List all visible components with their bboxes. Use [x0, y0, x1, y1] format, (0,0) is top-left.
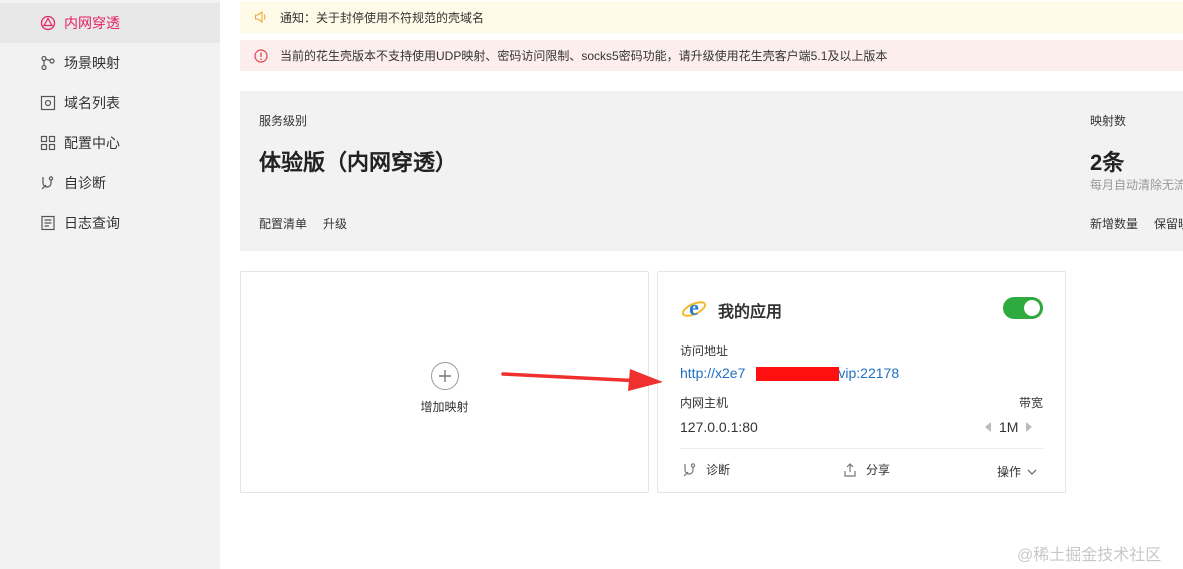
address-suffix: vip:22178 [838, 365, 900, 381]
address-prefix: http://x2e7 [680, 365, 746, 381]
sidebar: 内网穿透 场景映射 域名列表 配置中心 自诊断 日志查询 [0, 0, 220, 569]
service-panel: 服务级别 体验版（内网穿透） 配置清单 升级 映射数 2条 每月自动清除无流 新… [240, 91, 1183, 251]
warning-bar: 当前的花生壳版本不支持使用UDP映射、密码访问限制、socks5密码功能，请升级… [240, 40, 1183, 71]
watermark: @稀土掘金技术社区 [1017, 547, 1162, 564]
share-button[interactable]: 分享 [842, 461, 890, 478]
host-value: 127.0.0.1:80 [680, 419, 758, 435]
annotation-arrow [501, 369, 663, 391]
sidebar-item-config[interactable]: 配置中心 [0, 123, 220, 163]
host-label: 内网主机 [680, 396, 729, 410]
add-mapping-button[interactable] [430, 362, 459, 390]
share-label: 分享 [866, 463, 891, 477]
sidebar-item-label: 日志查询 [64, 215, 120, 231]
config-list-link[interactable]: 配置清单 [259, 215, 307, 232]
diagnose-icon [683, 462, 696, 476]
address-label: 访问地址 [680, 344, 729, 358]
bandwidth-stepper[interactable]: 1M [985, 419, 1033, 435]
sidebar-item-diagnose[interactable]: 自诊断 [0, 163, 220, 203]
add-quota-link[interactable]: 新增数量 [1090, 215, 1138, 232]
alert-circle-icon [254, 48, 268, 63]
redaction-mark [756, 367, 839, 381]
toggle-knob [1024, 300, 1040, 316]
notice-bar[interactable]: 通知：关于封停使用不符规范的壳域名 [240, 1, 1183, 33]
app-enable-toggle[interactable] [1003, 297, 1043, 319]
speaker-icon [254, 10, 268, 24]
sidebar-item-domain-list[interactable]: 域名列表 [0, 83, 220, 123]
domain-list-icon [40, 95, 56, 111]
operate-label: 操作 [997, 465, 1022, 479]
mapping-count-value: 2条 [1090, 150, 1125, 175]
bandwidth-value: 1M [999, 419, 1019, 435]
service-level-label: 服务级别 [259, 114, 308, 128]
chevron-down-icon [1027, 469, 1037, 475]
config-grid-icon [40, 135, 56, 151]
diagnose-button[interactable]: 诊断 [682, 461, 730, 478]
diagnose-label: 诊断 [706, 463, 731, 477]
sidebar-item-label: 内网穿透 [64, 15, 120, 31]
sidebar-item-label: 场景映射 [64, 55, 120, 71]
mapping-count-note: 每月自动清除无流 [1090, 178, 1183, 192]
sidebar-item-label: 自诊断 [64, 175, 106, 191]
app-mapping-card: e 我的应用 访问地址 http://x2e7 vip:22178 内网主机 12… [657, 271, 1066, 493]
plus-icon [438, 370, 451, 382]
sidebar-item-label: 域名列表 [64, 95, 120, 111]
upgrade-link[interactable]: 升级 [323, 215, 347, 232]
ie-browser-icon: e [681, 295, 707, 320]
svg-text:e: e [689, 295, 699, 320]
card-divider [680, 448, 1043, 449]
app-title: 我的应用 [718, 304, 783, 321]
bandwidth-decrease-icon[interactable] [985, 422, 991, 432]
service-level-value: 体验版（内网穿透） [259, 150, 458, 175]
operate-dropdown[interactable]: 操作 [997, 463, 1037, 480]
warning-text: 当前的花生壳版本不支持使用UDP映射、密码访问限制、socks5密码功能，请升级… [280, 49, 888, 63]
bandwidth-label: 带宽 [1019, 396, 1044, 410]
sidebar-item-log[interactable]: 日志查询 [0, 203, 220, 243]
keep-mapping-link[interactable]: 保留映 [1154, 215, 1183, 232]
diagnose-icon [40, 175, 56, 191]
bandwidth-increase-icon[interactable] [1026, 422, 1033, 432]
sidebar-item-tunnel[interactable]: 内网穿透 [0, 3, 220, 43]
tunnel-icon [40, 15, 56, 31]
sidebar-item-label: 配置中心 [64, 135, 120, 151]
notice-text: 通知：关于封停使用不符规范的壳域名 [280, 10, 485, 25]
log-icon [40, 215, 56, 231]
add-mapping-label: 增加映射 [420, 400, 469, 414]
sidebar-item-scene-map[interactable]: 场景映射 [0, 43, 220, 83]
mapping-count-label: 映射数 [1090, 114, 1127, 128]
scene-map-icon [40, 55, 56, 71]
share-icon [844, 462, 856, 477]
